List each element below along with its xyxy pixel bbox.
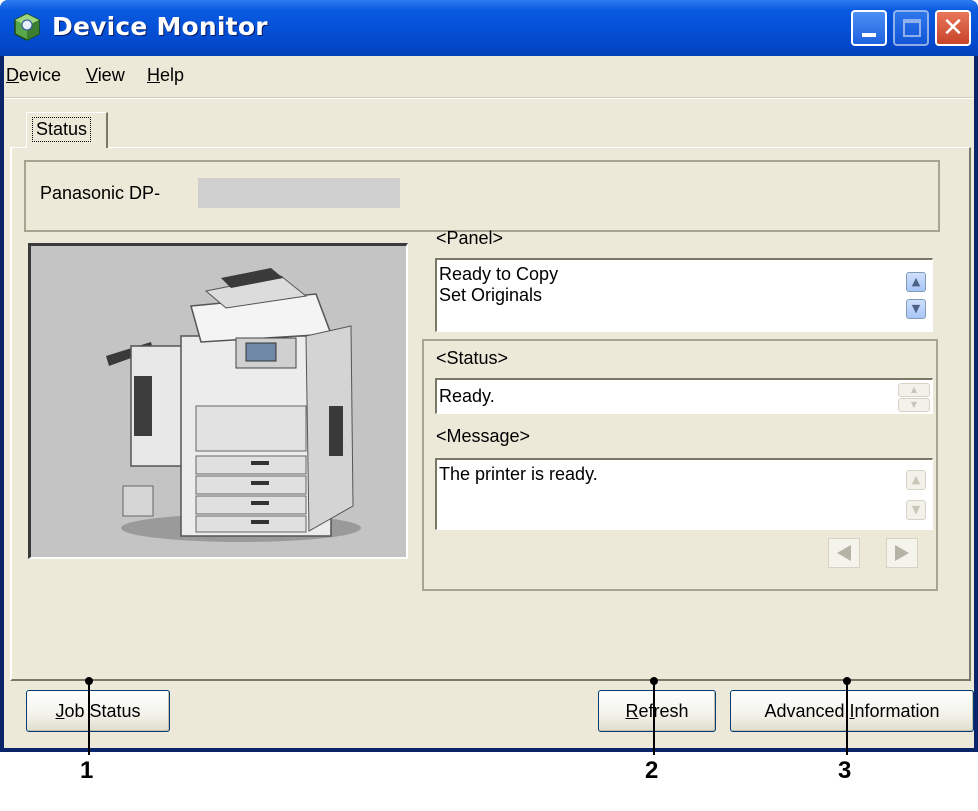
chevron-down-icon: ▼ (911, 302, 921, 315)
message-scroll-up-button: ▲ (906, 470, 926, 490)
title-bar[interactable]: Device Monitor ✕ (0, 0, 978, 56)
spin-down-icon: ▼ (910, 400, 918, 409)
callout-3-number: 3 (838, 757, 852, 784)
panel-line-1: Ready to Copy (439, 264, 559, 284)
status-field[interactable]: Ready. (435, 378, 933, 414)
advanced-information-button[interactable]: Advanced Information (730, 690, 974, 732)
chevron-down-icon: ▼ (911, 503, 921, 516)
message-heading: <Message> (436, 426, 531, 446)
chevron-up-icon: ▲ (911, 275, 921, 288)
menu-bar: Device View Help (4, 56, 974, 96)
arrow-left-icon (837, 545, 851, 561)
window-title: Device Monitor (52, 12, 268, 41)
device-monitor-window: Device Monitor ✕ Device View Help Status… (0, 0, 978, 752)
device-image (28, 243, 408, 559)
close-button[interactable]: ✕ (935, 10, 971, 46)
arrow-right-icon (895, 545, 909, 561)
message-scroll-down-button: ▼ (906, 500, 926, 520)
client-area: Device View Help Status Panasonic DP- <P… (4, 56, 974, 748)
redacted-model-number (198, 178, 400, 208)
callout-1-line (88, 681, 90, 755)
copier-illustration (106, 268, 361, 542)
device-model-label: Panasonic DP- (40, 183, 161, 203)
callout-2-number: 2 (645, 757, 659, 784)
message-display[interactable]: The printer is ready. (435, 458, 933, 530)
status-heading: <Status> (436, 348, 509, 368)
previous-message-button[interactable] (828, 538, 860, 568)
panel-heading: <Panel> (436, 228, 504, 248)
tab-status[interactable]: Status (26, 112, 108, 148)
minimize-icon (862, 33, 876, 37)
status-value: Ready. (439, 386, 495, 406)
panel-scroll-up-button[interactable]: ▲ (906, 272, 926, 292)
menu-separator (4, 97, 974, 99)
chevron-up-icon: ▲ (911, 473, 921, 486)
device-monitor-icon (14, 13, 40, 41)
status-spin-down: ▼ (898, 398, 930, 412)
panel-scroll-down-button[interactable]: ▼ (906, 299, 926, 319)
tab-status-label: Status (32, 117, 92, 142)
job-status-button[interactable]: Job Status (26, 690, 170, 732)
refresh-button[interactable]: Refresh (598, 690, 716, 732)
close-icon: ✕ (942, 13, 964, 43)
message-value: The printer is ready. (439, 464, 598, 484)
menu-device[interactable]: Device (6, 65, 61, 86)
panel-line-2: Set Originals (439, 285, 543, 305)
panel-display[interactable]: Ready to Copy Set Originals (435, 258, 933, 332)
menu-view[interactable]: View (86, 65, 125, 86)
maximize-button (893, 10, 929, 46)
maximize-icon (903, 19, 921, 37)
status-spin-up: ▲ (898, 383, 930, 397)
next-message-button[interactable] (886, 538, 918, 568)
callout-3-line (846, 681, 848, 755)
spin-up-icon: ▲ (910, 385, 918, 394)
minimize-button[interactable] (851, 10, 887, 46)
callout-1-number: 1 (80, 757, 94, 784)
menu-help[interactable]: Help (147, 65, 184, 86)
device-model-box (24, 160, 940, 232)
callout-2-line (653, 681, 655, 755)
